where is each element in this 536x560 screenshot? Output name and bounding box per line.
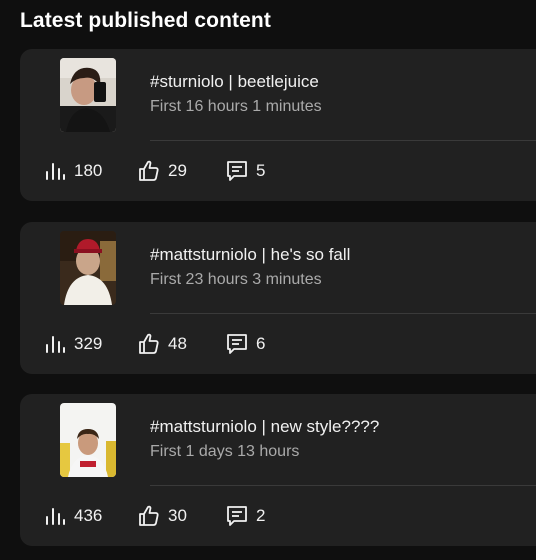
divider (150, 313, 536, 314)
likes-count: 30 (168, 506, 187, 525)
video-period: First 1 days 13 hours (150, 443, 300, 460)
views-stat: 180 (42, 159, 102, 183)
divider (150, 140, 536, 141)
comments-stat: 6 (224, 332, 265, 356)
comments-count: 2 (256, 506, 266, 525)
comments-stat: 2 (224, 504, 265, 528)
video-title[interactable]: #mattsturniolo | new style???? (150, 417, 379, 437)
comments-stat: 5 (224, 159, 265, 183)
views-stat: 329 (42, 332, 102, 356)
bar-chart-icon (42, 504, 68, 528)
video-thumbnail[interactable] (60, 403, 116, 477)
video-card[interactable]: #mattsturniolo | new style???? First 1 d… (20, 394, 536, 546)
likes-stat: 29 (136, 159, 187, 183)
section-title: Latest published content (20, 9, 271, 32)
divider (150, 485, 536, 486)
views-count: 436 (74, 506, 103, 525)
video-period: First 16 hours 1 minutes (150, 98, 322, 115)
likes-count: 29 (168, 161, 187, 180)
bar-chart-icon (42, 159, 68, 183)
video-title[interactable]: #mattsturniolo | he's so fall (150, 245, 350, 265)
likes-stat: 30 (136, 504, 187, 528)
video-thumbnail[interactable] (60, 231, 116, 305)
comments-count: 6 (256, 334, 266, 353)
video-period: First 23 hours 3 minutes (150, 271, 322, 288)
views-count: 329 (74, 334, 103, 353)
thumbs-up-icon (136, 159, 162, 183)
comment-icon (224, 159, 250, 183)
comment-icon (224, 504, 250, 528)
comment-icon (224, 332, 250, 356)
thumbs-up-icon (136, 504, 162, 528)
bar-chart-icon (42, 332, 68, 356)
likes-count: 48 (168, 334, 187, 353)
video-title[interactable]: #sturniolo | beetlejuice (150, 72, 319, 92)
views-count: 180 (74, 161, 103, 180)
video-card[interactable]: #mattsturniolo | he's so fall First 23 h… (20, 222, 536, 374)
video-thumbnail[interactable] (60, 58, 116, 132)
video-card[interactable]: #sturniolo | beetlejuice First 16 hours … (20, 49, 536, 201)
likes-stat: 48 (136, 332, 187, 356)
thumbs-up-icon (136, 332, 162, 356)
comments-count: 5 (256, 161, 266, 180)
views-stat: 436 (42, 504, 102, 528)
